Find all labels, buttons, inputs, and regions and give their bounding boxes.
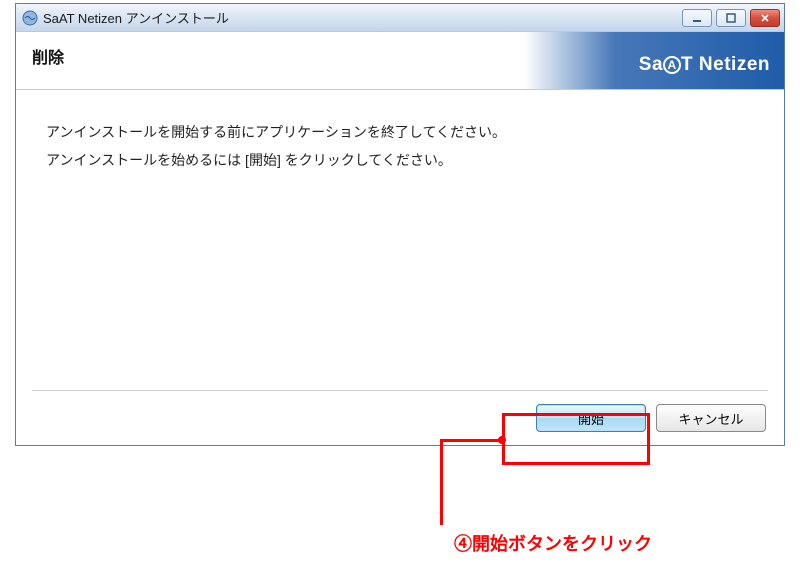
minimize-button[interactable] <box>682 9 712 27</box>
close-button[interactable] <box>750 9 780 27</box>
brand-suffix: T Netizen <box>681 54 770 75</box>
page-title: 削除 <box>32 44 64 68</box>
instruction-line-1: アンインストールを開始する前にアプリケーションを終了してください。 <box>46 118 754 146</box>
dialog-content: アンインストールを開始する前にアプリケーションを終了してください。 アンインスト… <box>16 90 784 390</box>
app-icon <box>22 10 38 26</box>
brand-logo: SaAT Netizen <box>639 54 770 76</box>
brand-a-icon: A <box>663 56 681 74</box>
titlebar[interactable]: SaAT Netizen アンインストール <box>16 4 784 32</box>
dialog-footer: 開始 キャンセル <box>16 391 784 445</box>
cancel-button[interactable]: キャンセル <box>656 404 766 432</box>
maximize-button[interactable] <box>716 9 746 27</box>
annotation-label: ④開始ボタンをクリック <box>454 530 652 556</box>
window-title: SaAT Netizen アンインストール <box>43 8 682 27</box>
dialog-header: 削除 SaAT Netizen <box>16 32 784 90</box>
annotation-connector-v <box>440 439 443 525</box>
start-button[interactable]: 開始 <box>536 404 646 432</box>
brand-prefix: Sa <box>639 54 663 75</box>
instruction-line-2: アンインストールを始めるには [開始] をクリックしてください。 <box>46 146 754 174</box>
window-controls <box>682 9 780 27</box>
uninstaller-window: SaAT Netizen アンインストール 削除 SaAT Netizen アン… <box>15 3 785 446</box>
